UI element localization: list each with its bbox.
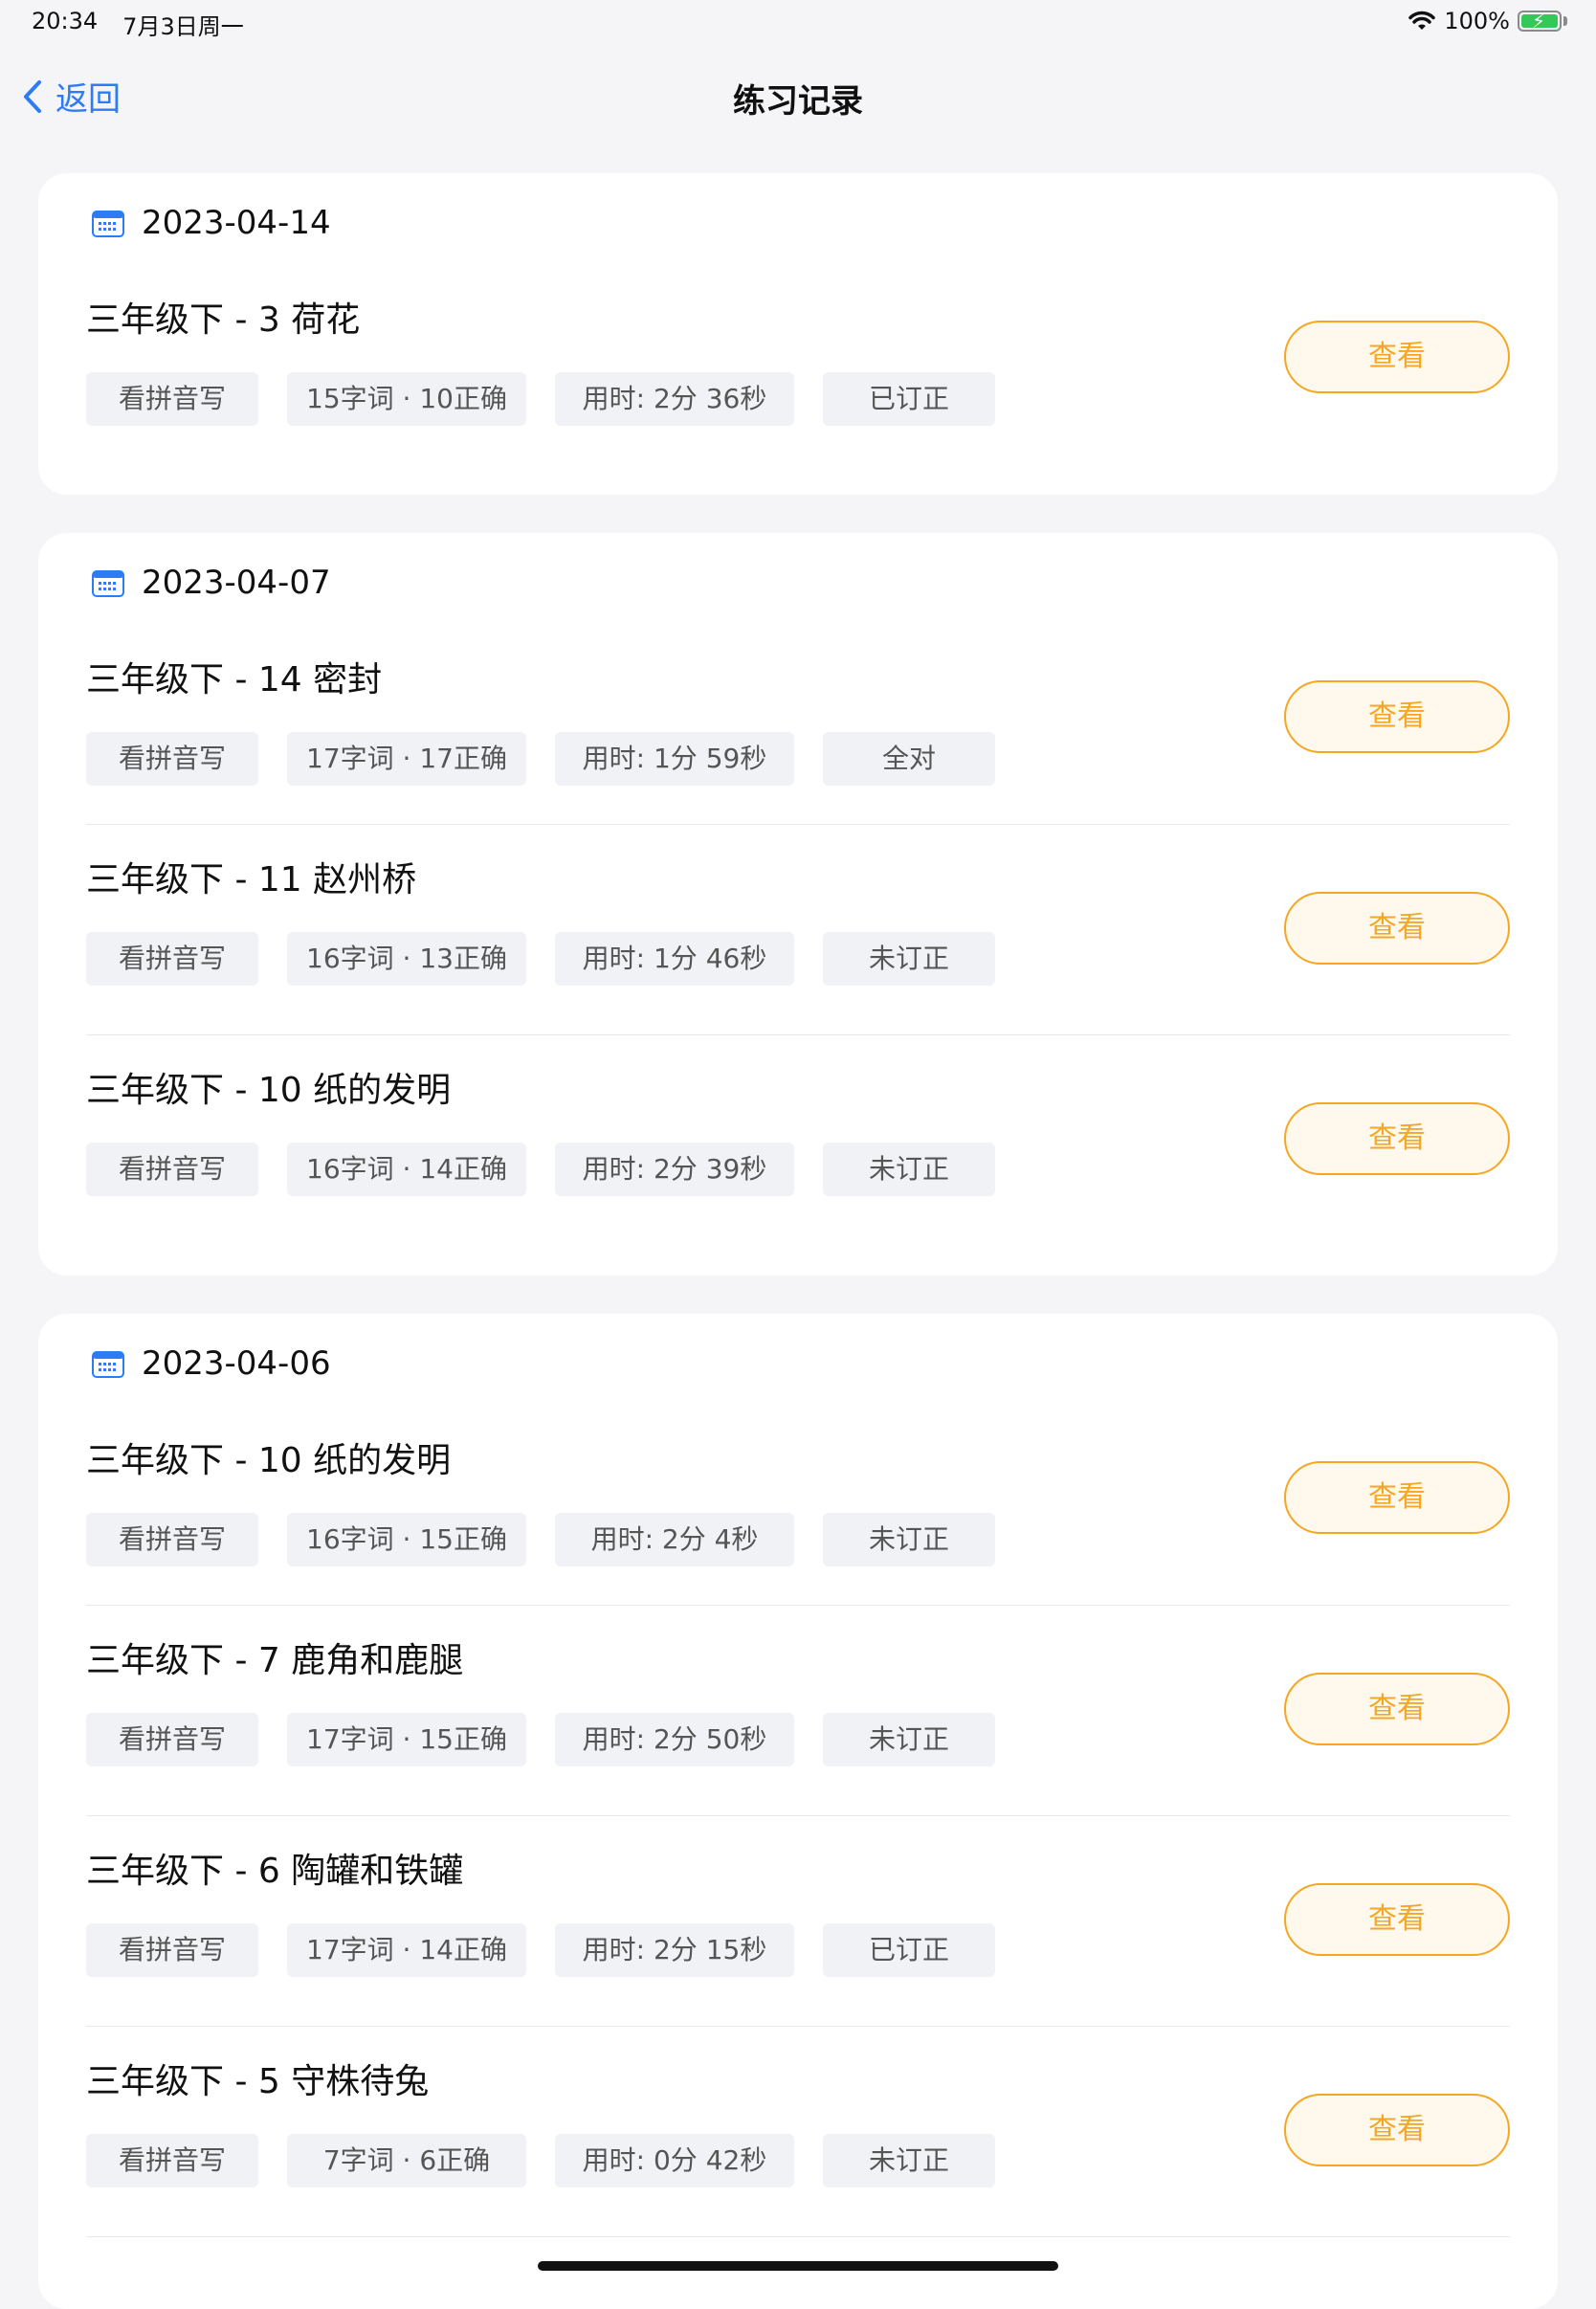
chip-status: 未订正: [823, 2134, 995, 2187]
status-bar: 20:34 7月3日周一 100% ⚡: [0, 0, 1596, 44]
group-date-row: 2023-04-06: [92, 1344, 331, 1383]
chip-type: 看拼音写: [86, 372, 258, 426]
item-title: 三年级下 - 11 赵州桥: [86, 860, 417, 899]
record-item: 三年级下 - 11 赵州桥 看拼音写 16字词 · 13正确 用时: 1分 46…: [86, 824, 1510, 1034]
calendar-icon: [92, 570, 124, 597]
view-button[interactable]: 查看: [1284, 892, 1510, 965]
chip-status: 未订正: [823, 1713, 995, 1766]
battery-charging-icon: ⚡: [1518, 10, 1562, 33]
status-time: 20:34: [32, 8, 99, 34]
chip-status: 未订正: [823, 1143, 995, 1196]
chip-type: 看拼音写: [86, 1143, 258, 1196]
chip-count: 7字词 · 6正确: [287, 2134, 526, 2187]
chip-count: 16字词 · 13正确: [287, 932, 526, 986]
chip-time: 用时: 2分 15秒: [555, 1923, 794, 1977]
calendar-icon: [92, 1351, 124, 1378]
item-title: 三年级下 - 6 陶罐和铁罐: [86, 1852, 464, 1891]
chip-status: 全对: [823, 732, 995, 786]
record-item: 三年级下 - 14 密封 看拼音写 17字词 · 17正确 用时: 1分 59秒…: [86, 625, 1510, 835]
list-divider: [86, 2236, 1510, 2237]
item-title: 三年级下 - 10 纸的发明: [86, 1441, 452, 1480]
group-date: 2023-04-06: [142, 1344, 331, 1383]
item-chips: 看拼音写 16字词 · 14正确 用时: 2分 39秒 未订正: [86, 1143, 995, 1196]
page-title: 练习记录: [733, 82, 863, 121]
chip-type: 看拼音写: [86, 1713, 258, 1766]
item-title: 三年级下 - 7 鹿角和鹿腿: [86, 1641, 464, 1680]
record-item: 三年级下 - 6 陶罐和铁罐 看拼音写 17字词 · 14正确 用时: 2分 1…: [86, 1815, 1510, 2026]
item-chips: 看拼音写 17字词 · 17正确 用时: 1分 59秒 全对: [86, 732, 995, 786]
wifi-icon: [1408, 11, 1436, 30]
item-chips: 看拼音写 16字词 · 13正确 用时: 1分 46秒 未订正: [86, 932, 995, 986]
chip-count: 15字词 · 10正确: [287, 372, 526, 426]
view-button[interactable]: 查看: [1284, 1461, 1510, 1534]
item-title: 三年级下 - 3 荷花: [86, 300, 361, 340]
chip-count: 17字词 · 14正确: [287, 1923, 526, 1977]
chip-status: 已订正: [823, 372, 995, 426]
chip-type: 看拼音写: [86, 1923, 258, 1977]
view-button[interactable]: 查看: [1284, 2094, 1510, 2166]
item-chips: 看拼音写 7字词 · 6正确 用时: 0分 42秒 未订正: [86, 2134, 995, 2187]
chip-count: 16字词 · 14正确: [287, 1143, 526, 1196]
view-button[interactable]: 查看: [1284, 1673, 1510, 1745]
record-group: 2023-04-14 三年级下 - 3 荷花 看拼音写 15字词 · 10正确 …: [38, 173, 1558, 495]
chip-count: 16字词 · 15正确: [287, 1513, 526, 1566]
item-chips: 看拼音写 16字词 · 15正确 用时: 2分 4秒 未订正: [86, 1513, 995, 1566]
group-date: 2023-04-07: [142, 564, 331, 602]
calendar-icon: [92, 211, 124, 237]
record-group: 2023-04-07 三年级下 - 14 密封 看拼音写 17字词 · 17正确…: [38, 533, 1558, 1276]
item-title: 三年级下 - 14 密封: [86, 660, 383, 699]
chip-type: 看拼音写: [86, 2134, 258, 2187]
group-date-row: 2023-04-14: [92, 204, 331, 242]
nav-bar: 返回 练习记录: [0, 57, 1596, 134]
battery-cap: [1563, 16, 1567, 26]
record-item: 三年级下 - 5 守株待兔 看拼音写 7字词 · 6正确 用时: 0分 42秒 …: [86, 2026, 1510, 2236]
chip-time: 用时: 2分 4秒: [555, 1513, 794, 1566]
status-left: 20:34 7月3日周一: [32, 8, 244, 41]
group-date-row: 2023-04-07: [92, 564, 331, 602]
chip-time: 用时: 2分 50秒: [555, 1713, 794, 1766]
item-title: 三年级下 - 10 纸的发明: [86, 1071, 452, 1110]
group-date: 2023-04-14: [142, 204, 331, 242]
record-item: 三年级下 - 10 纸的发明 看拼音写 16字词 · 15正确 用时: 2分 4…: [86, 1406, 1510, 1616]
view-button[interactable]: 查看: [1284, 1102, 1510, 1175]
item-chips: 看拼音写 17字词 · 14正确 用时: 2分 15秒 已订正: [86, 1923, 995, 1977]
record-item: 三年级下 - 10 纸的发明 看拼音写 16字词 · 14正确 用时: 2分 3…: [86, 1034, 1510, 1245]
item-title: 三年级下 - 5 守株待兔: [86, 2062, 430, 2101]
item-chips: 看拼音写 17字词 · 15正确 用时: 2分 50秒 未订正: [86, 1713, 995, 1766]
view-button[interactable]: 查看: [1284, 321, 1510, 393]
home-indicator[interactable]: [538, 2261, 1058, 2271]
chip-time: 用时: 2分 36秒: [555, 372, 794, 426]
chip-type: 看拼音写: [86, 732, 258, 786]
chip-type: 看拼音写: [86, 932, 258, 986]
chip-time: 用时: 0分 42秒: [555, 2134, 794, 2187]
chip-time: 用时: 1分 46秒: [555, 932, 794, 986]
chip-status: 已订正: [823, 1923, 995, 1977]
record-item: 三年级下 - 7 鹿角和鹿腿 看拼音写 17字词 · 15正确 用时: 2分 5…: [86, 1605, 1510, 1815]
view-button[interactable]: 查看: [1284, 680, 1510, 753]
chip-status: 未订正: [823, 932, 995, 986]
battery-percent: 100%: [1444, 8, 1510, 34]
record-group: 2023-04-06 三年级下 - 10 纸的发明 看拼音写 16字词 · 15…: [38, 1314, 1558, 2309]
chip-status: 未订正: [823, 1513, 995, 1566]
item-chips: 看拼音写 15字词 · 10正确 用时: 2分 36秒 已订正: [86, 372, 995, 426]
record-item: 三年级下 - 3 荷花 看拼音写 15字词 · 10正确 用时: 2分 36秒 …: [86, 265, 1510, 476]
bolt-icon: ⚡: [1532, 10, 1546, 33]
chip-type: 看拼音写: [86, 1513, 258, 1566]
status-right: 100% ⚡: [1408, 8, 1567, 34]
view-button[interactable]: 查看: [1284, 1883, 1510, 1956]
chip-time: 用时: 1分 59秒: [555, 732, 794, 786]
chip-count: 17字词 · 15正确: [287, 1713, 526, 1766]
chip-time: 用时: 2分 39秒: [555, 1143, 794, 1196]
chip-count: 17字词 · 17正确: [287, 732, 526, 786]
status-date: 7月3日周一: [122, 13, 244, 40]
